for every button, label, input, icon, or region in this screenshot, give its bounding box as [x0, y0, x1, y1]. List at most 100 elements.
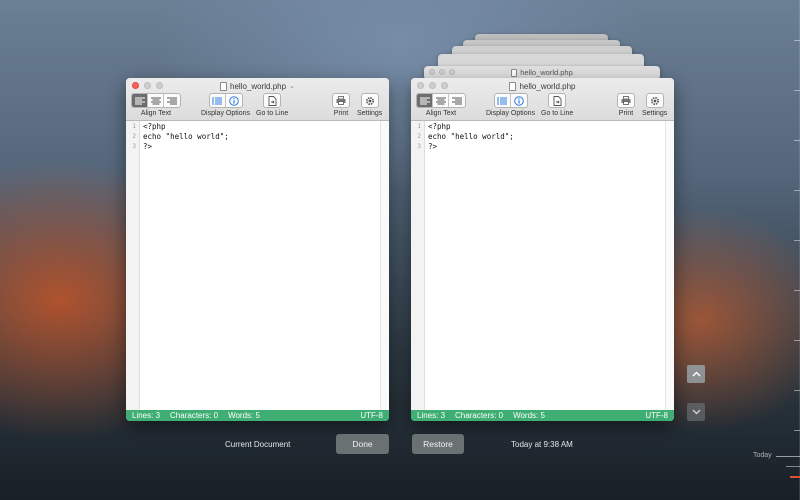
window-title-text: hello_world.php [519, 81, 576, 91]
display-options-segmented-control[interactable] [208, 93, 243, 108]
chevron-down-icon [692, 409, 700, 415]
status-bar: Lines: 3 Characters: 0 Words: 5 UTF-8 [411, 410, 674, 421]
settings-button[interactable] [645, 93, 664, 108]
window-title-text: hello_world.php [230, 81, 287, 91]
chevron-up-icon [692, 371, 700, 377]
go-to-line-button[interactable] [548, 93, 567, 108]
word-count: Words: 5 [513, 411, 545, 420]
printer-icon [621, 96, 631, 105]
line-number: 3 [132, 143, 136, 150]
timeline-tick[interactable] [786, 466, 800, 467]
line-numbers-icon[interactable] [495, 94, 511, 107]
toolbar: Align Text Display Options Go to Line Pr… [411, 93, 674, 120]
line-count: Lines: 3 [417, 411, 446, 420]
chevron-down-icon[interactable]: ⌄ [289, 82, 295, 90]
settings-label: Settings [642, 110, 668, 117]
timeline-tick[interactable] [794, 140, 800, 141]
encoding-label[interactable]: UTF-8 [645, 411, 668, 420]
line-count: Lines: 3 [132, 411, 161, 420]
timeline-current-marker[interactable] [790, 476, 800, 478]
previous-version-button[interactable] [687, 365, 705, 383]
align-text-segmented-control[interactable] [131, 93, 181, 108]
current-document-window[interactable]: hello_world.php ⌄ Align Text Display Opt… [126, 78, 389, 421]
code-line[interactable]: <?php [143, 122, 229, 132]
timeline-tick[interactable] [794, 340, 800, 341]
document-icon [511, 68, 518, 77]
go-to-line-icon [553, 95, 562, 106]
text-editor[interactable]: 1 2 3 <?php echo "hello world"; ?> [126, 121, 389, 410]
title-bar[interactable]: hello_world.php Align Text Display Optio… [411, 78, 674, 121]
line-numbers-icon[interactable] [210, 94, 226, 107]
print-button[interactable] [617, 93, 635, 108]
settings-group: Settings [357, 93, 382, 117]
timeline-tick[interactable] [794, 390, 800, 391]
go-to-line-icon [268, 95, 277, 106]
version-timestamp: Today at 9:38 AM [511, 440, 573, 449]
settings-group: Settings [642, 93, 667, 117]
gear-icon [650, 96, 659, 105]
code-line[interactable]: ?> [428, 142, 514, 152]
info-icon[interactable] [511, 94, 527, 107]
info-icon[interactable] [226, 94, 242, 107]
code-line[interactable]: echo "hello world"; [428, 132, 514, 142]
gear-icon [365, 96, 374, 105]
next-version-button[interactable] [687, 403, 705, 421]
encoding-label[interactable]: UTF-8 [360, 411, 383, 420]
align-right-icon[interactable] [449, 94, 465, 107]
timeline-tick[interactable] [794, 240, 800, 241]
align-left-icon[interactable] [417, 94, 433, 107]
code-line[interactable]: <?php [428, 122, 514, 132]
print-button[interactable] [332, 93, 350, 108]
printer-icon [336, 96, 346, 105]
restore-button-label: Restore [423, 439, 453, 449]
timeline-today-tick[interactable] [776, 456, 800, 457]
display-options-segmented-control[interactable] [493, 93, 528, 108]
line-number: 1 [417, 123, 421, 130]
display-options-label: Display Options [486, 110, 536, 117]
vertical-scrollbar[interactable] [380, 121, 389, 410]
align-text-segmented-control[interactable] [416, 93, 466, 108]
line-number: 2 [132, 133, 136, 140]
align-right-icon[interactable] [164, 94, 180, 107]
align-left-icon[interactable] [132, 94, 148, 107]
code-line[interactable]: echo "hello world"; [143, 132, 229, 142]
toolbar: Align Text Display Options Go to Line Pr… [126, 93, 389, 120]
settings-button[interactable] [360, 93, 379, 108]
align-center-icon[interactable] [148, 94, 164, 107]
line-number: 3 [417, 143, 421, 150]
version-document-window[interactable]: hello_world.php Align Text Display Optio… [411, 78, 674, 421]
restore-button[interactable]: Restore [412, 434, 464, 454]
go-to-line-button[interactable] [263, 93, 282, 108]
align-center-icon[interactable] [433, 94, 449, 107]
current-document-label: Current Document [225, 440, 291, 449]
window-title[interactable]: hello_world.php ⌄ [126, 81, 389, 91]
timeline-tick[interactable] [794, 40, 800, 41]
timeline-today-label[interactable]: Today [753, 452, 772, 459]
text-editor[interactable]: 1 2 3 <?php echo "hello world"; ?> [411, 121, 674, 410]
window-title: hello_world.php [411, 81, 674, 91]
vertical-scrollbar[interactable] [665, 121, 674, 410]
character-count: Characters: 0 [170, 411, 219, 420]
go-to-line-group: Go to Line [541, 93, 573, 117]
code-line[interactable]: ?> [143, 142, 229, 152]
line-number: 1 [132, 123, 136, 130]
timeline-tick[interactable] [794, 190, 800, 191]
timeline-tick[interactable] [794, 290, 800, 291]
align-text-label: Align Text [425, 110, 457, 117]
title-bar[interactable]: hello_world.php ⌄ Align Text Display Opt… [126, 78, 389, 121]
timeline-tick[interactable] [794, 430, 800, 431]
settings-label: Settings [357, 110, 383, 117]
stack-title-text: hello_world.php [520, 68, 573, 77]
go-to-line-label: Go to Line [541, 110, 574, 117]
print-label: Print [333, 110, 349, 117]
display-options-label: Display Options [201, 110, 251, 117]
timeline-tick[interactable] [794, 90, 800, 91]
print-group: Print [617, 93, 635, 117]
status-bar: Lines: 3 Characters: 0 Words: 5 UTF-8 [126, 410, 389, 421]
display-options-group: Display Options [201, 93, 250, 117]
done-button[interactable]: Done [336, 434, 389, 454]
code-content[interactable]: <?php echo "hello world"; ?> [428, 122, 514, 152]
code-content[interactable]: <?php echo "hello world"; ?> [143, 122, 229, 152]
document-icon [220, 81, 228, 91]
print-group: Print [332, 93, 350, 117]
